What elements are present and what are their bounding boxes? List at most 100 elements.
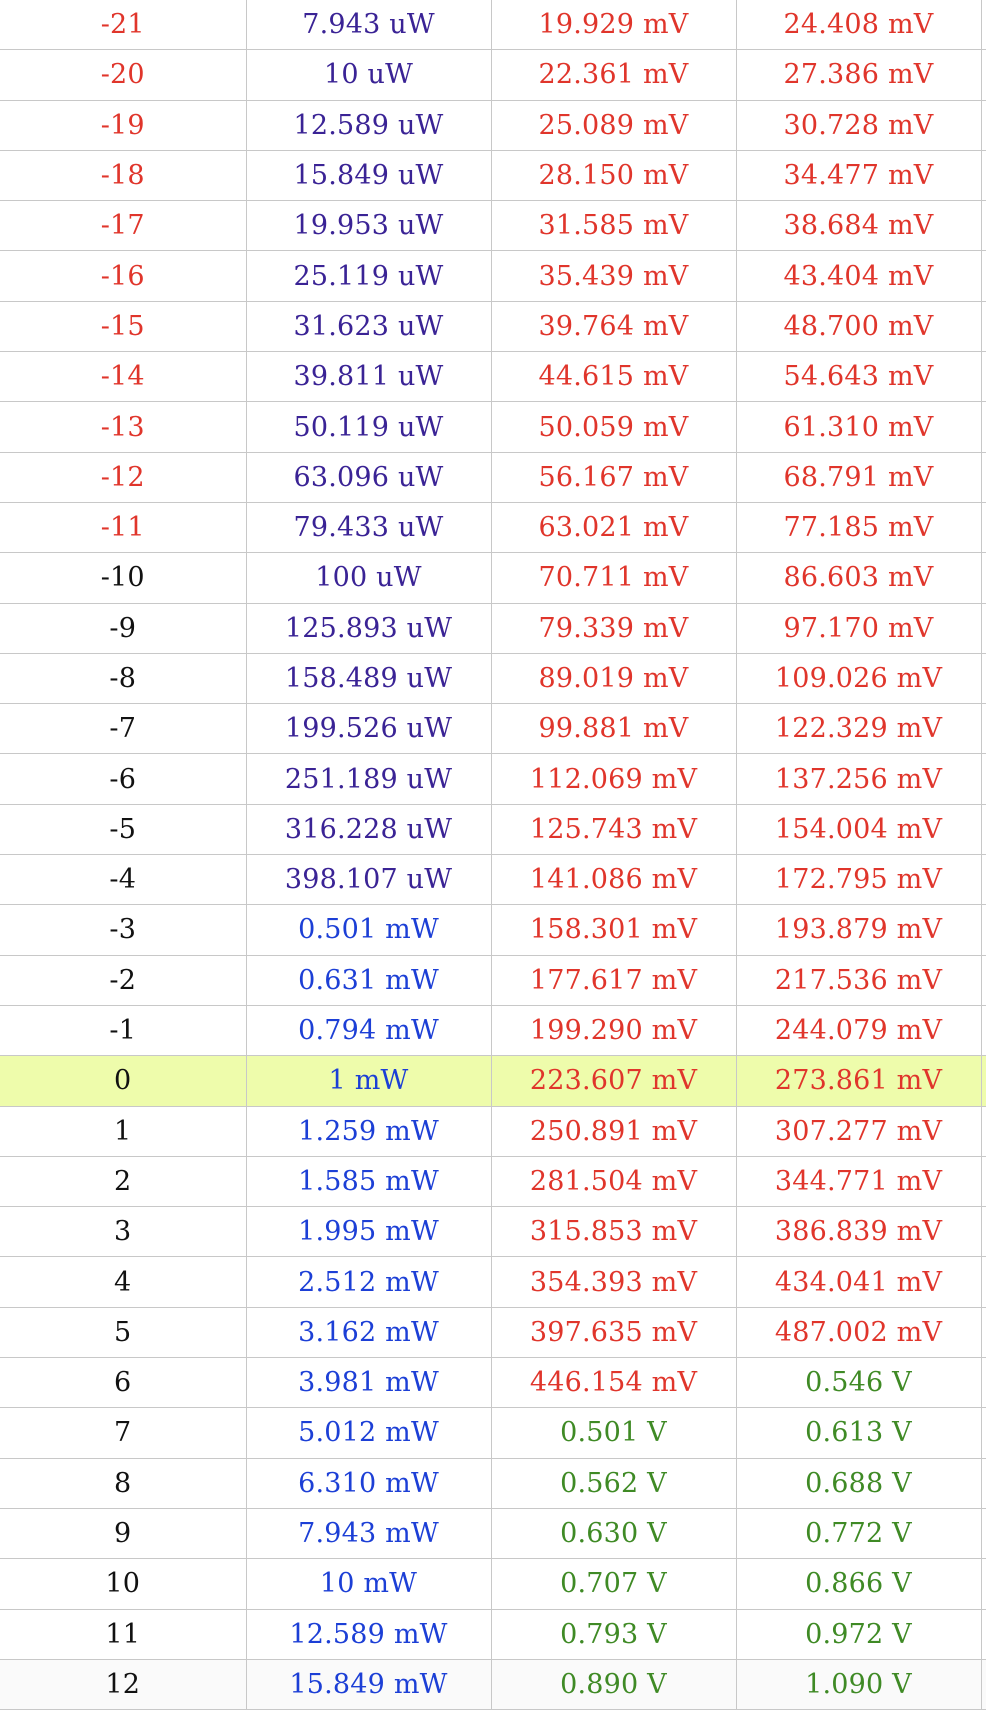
table-row: -19 12.589 uW 25.089 mV 30.728 mV	[0, 99, 986, 151]
edge-cell	[980, 954, 986, 1006]
voltage-a-cell: 70.711 mV	[490, 552, 737, 604]
voltage-a-cell: 177.617 mV	[490, 954, 737, 1006]
power-cell: 6.310 mW	[245, 1457, 492, 1509]
voltage-a-cell: 44.615 mV	[490, 351, 737, 403]
edge-cell	[980, 1256, 986, 1308]
edge-cell	[980, 1457, 986, 1509]
voltage-b-cell: 0.972 V	[735, 1608, 982, 1660]
dbm-cell: 2	[0, 1155, 247, 1208]
edge-cell	[980, 1558, 986, 1610]
voltage-a-cell: 315.853 mV	[490, 1206, 737, 1258]
table-row: -18 15.849 uW 28.150 mV 34.477 mV	[0, 149, 986, 202]
voltage-b-cell: 97.170 mV	[735, 602, 982, 654]
dbm-cell: 3	[0, 1206, 247, 1258]
edge-cell	[980, 1357, 986, 1409]
dbm-cell: 4	[0, 1256, 247, 1308]
table-row: -21 7.943 uW 19.929 mV 24.408 mV	[0, 0, 986, 51]
voltage-a-cell: 99.881 mV	[490, 703, 737, 755]
voltage-b-cell: 344.771 mV	[735, 1155, 982, 1208]
voltage-a-cell: 199.290 mV	[490, 1004, 737, 1057]
voltage-a-cell: 0.501 V	[490, 1407, 737, 1459]
table-row: 2 1.585 mW 281.504 mV 344.771 mV	[0, 1155, 986, 1208]
dbm-cell: 8	[0, 1457, 247, 1509]
table-body: -21 7.943 uW 19.929 mV 24.408 mV -20 10 uW 22.…	[0, 0, 986, 1710]
dbm-cell: -20	[0, 49, 247, 101]
power-cell: 15.849 uW	[245, 149, 492, 202]
table-row: 7 5.012 mW 0.501 V 0.613 V	[0, 1407, 986, 1459]
voltage-a-cell: 223.607 mV	[490, 1055, 737, 1107]
dbm-cell: 1	[0, 1105, 247, 1157]
table-row: -2 0.631 mW 177.617 mV 217.536 mV	[0, 954, 986, 1006]
power-cell: 1.259 mW	[245, 1105, 492, 1157]
power-cell: 15.849 mW	[245, 1658, 492, 1710]
power-cell: 31.623 uW	[245, 300, 492, 353]
dbm-cell: 0	[0, 1055, 247, 1107]
power-cell: 100 uW	[245, 552, 492, 604]
voltage-a-cell: 0.630 V	[490, 1507, 737, 1560]
table-row: 5 3.162 mW 397.635 mV 487.002 mV	[0, 1306, 986, 1359]
power-cell: 199.526 uW	[245, 703, 492, 755]
table-row: -4 398.107 uW 141.086 mV 172.795 mV	[0, 854, 986, 906]
voltage-b-cell: 0.613 V	[735, 1407, 982, 1459]
voltage-b-cell: 0.866 V	[735, 1558, 982, 1610]
voltage-a-cell: 35.439 mV	[490, 250, 737, 302]
power-cell: 1.585 mW	[245, 1155, 492, 1208]
dbm-cell: 9	[0, 1507, 247, 1560]
edge-cell	[980, 1105, 986, 1157]
edge-cell	[980, 401, 986, 453]
voltage-a-cell: 89.019 mV	[490, 652, 737, 705]
voltage-a-cell: 141.086 mV	[490, 854, 737, 906]
edge-cell	[980, 0, 986, 51]
edge-cell	[980, 149, 986, 202]
voltage-b-cell: 307.277 mV	[735, 1105, 982, 1157]
power-cell: 2.512 mW	[245, 1256, 492, 1308]
voltage-a-cell: 397.635 mV	[490, 1306, 737, 1359]
voltage-b-cell: 386.839 mV	[735, 1206, 982, 1258]
table-row: -14 39.811 uW 44.615 mV 54.643 mV	[0, 351, 986, 403]
voltage-b-cell: 0.772 V	[735, 1507, 982, 1560]
dbm-cell: -2	[0, 954, 247, 1006]
edge-cell	[980, 602, 986, 654]
table-row: 10 10 mW 0.707 V 0.866 V	[0, 1558, 986, 1610]
voltage-a-cell: 112.069 mV	[490, 753, 737, 805]
edge-cell	[980, 1155, 986, 1208]
power-cell: 7.943 mW	[245, 1507, 492, 1560]
table-row: -13 50.119 uW 50.059 mV 61.310 mV	[0, 401, 986, 453]
table-row: -3 0.501 mW 158.301 mV 193.879 mV	[0, 904, 986, 956]
voltage-b-cell: 273.861 mV	[735, 1055, 982, 1107]
voltage-b-cell: 86.603 mV	[735, 552, 982, 604]
voltage-a-cell: 158.301 mV	[490, 904, 737, 956]
power-cell: 7.943 uW	[245, 0, 492, 51]
edge-cell	[980, 854, 986, 906]
voltage-b-cell: 43.404 mV	[735, 250, 982, 302]
table-row: -11 79.433 uW 63.021 mV 77.185 mV	[0, 501, 986, 554]
dbm-cell: -11	[0, 501, 247, 554]
dbm-power-voltage-table: -21 7.943 uW 19.929 mV 24.408 mV -20 10 uW 22.…	[0, 0, 986, 1710]
edge-cell	[980, 49, 986, 101]
edge-cell	[980, 552, 986, 604]
edge-cell	[980, 1407, 986, 1459]
table-row: -16 25.119 uW 35.439 mV 43.404 mV	[0, 250, 986, 302]
voltage-a-cell: 125.743 mV	[490, 803, 737, 856]
voltage-a-cell: 0.562 V	[490, 1457, 737, 1509]
table-row: 1 1.259 mW 250.891 mV 307.277 mV	[0, 1105, 986, 1157]
dbm-cell: -5	[0, 803, 247, 856]
power-cell: 316.228 uW	[245, 803, 492, 856]
voltage-a-cell: 31.585 mV	[490, 200, 737, 252]
edge-cell	[980, 1004, 986, 1057]
dbm-cell: -13	[0, 401, 247, 453]
voltage-b-cell: 109.026 mV	[735, 652, 982, 705]
voltage-b-cell: 217.536 mV	[735, 954, 982, 1006]
dbm-cell: -8	[0, 652, 247, 705]
voltage-b-cell: 24.408 mV	[735, 0, 982, 51]
voltage-a-cell: 354.393 mV	[490, 1256, 737, 1308]
power-cell: 1.995 mW	[245, 1206, 492, 1258]
voltage-a-cell: 28.150 mV	[490, 149, 737, 202]
voltage-a-cell: 50.059 mV	[490, 401, 737, 453]
table-row: -9 125.893 uW 79.339 mV 97.170 mV	[0, 602, 986, 654]
dbm-cell: 11	[0, 1608, 247, 1660]
power-cell: 10 uW	[245, 49, 492, 101]
conversion-table-container: -21 7.943 uW 19.929 mV 24.408 mV -20 10 uW 22.…	[0, 0, 986, 1710]
voltage-a-cell: 22.361 mV	[490, 49, 737, 101]
voltage-b-cell: 137.256 mV	[735, 753, 982, 805]
